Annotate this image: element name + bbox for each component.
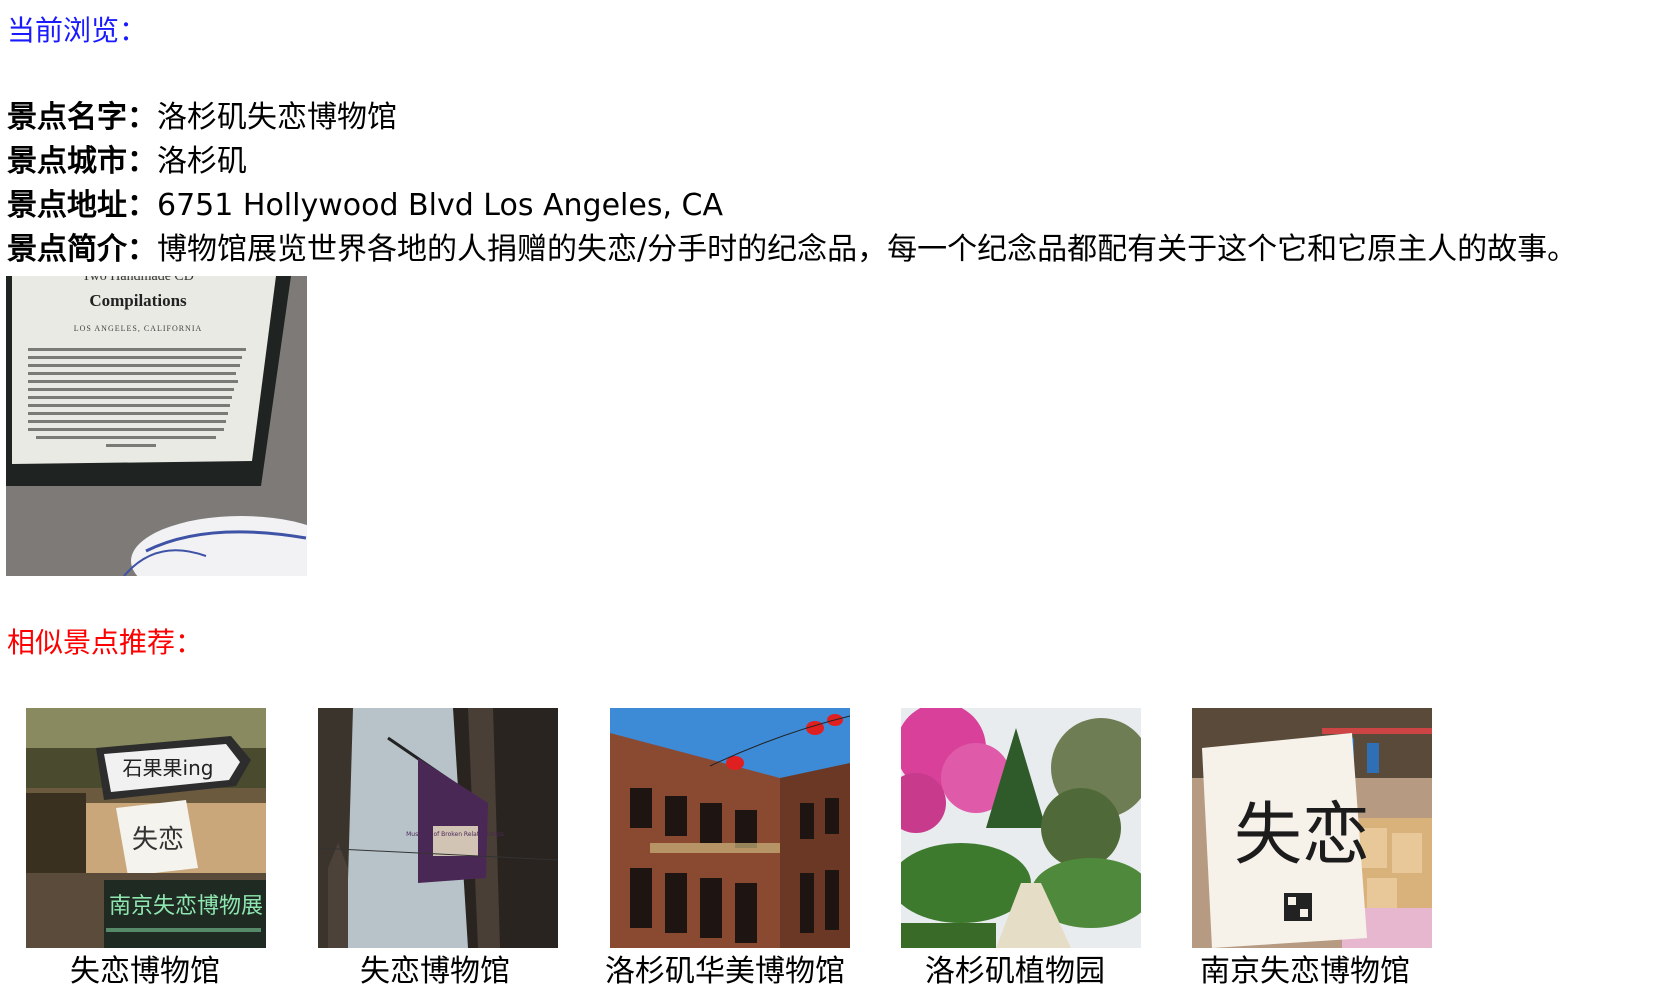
recommendation-name[interactable]: 失恋博物馆 — [0, 950, 290, 994]
thumb-card-text: 失恋 — [132, 825, 184, 855]
attraction-city-row: 景点城市：洛杉矶 — [7, 140, 1577, 184]
attraction-name-row: 景点名字：洛杉矶失恋博物馆 — [7, 96, 1577, 140]
attraction-address-row: 景点地址：6751 Hollywood Blvd Los Angeles, CA — [7, 184, 1577, 228]
recommendation-thumbnail[interactable] — [610, 708, 850, 948]
photo-card-heading: Two Handmade CD — [82, 276, 194, 284]
thumb-flag-text: Museum of Broken Relationships — [406, 831, 504, 838]
attraction-city-value: 洛杉矶 — [157, 144, 247, 179]
current-browsing-label: 当前浏览： — [7, 14, 148, 47]
recommendation-item[interactable]: 石果果ing 失恋 南京失恋博物展 失恋博物馆 — [0, 708, 290, 996]
recommendation-thumbnail[interactable]: 石果果ing 失恋 南京失恋博物展 — [26, 708, 266, 948]
photo-card-subtitle: LOS ANGELES, CALIFORNIA — [74, 324, 203, 333]
recommendation-item[interactable]: Museum of Broken Relationships 失恋博物馆 — [290, 708, 580, 996]
recommendation-item[interactable]: 洛杉矶植物园 — [870, 708, 1160, 996]
attraction-intro-value: 博物馆展览世界各地的人捐赠的失恋/分手时的纪念品，每一个纪念品都配有关于这个它和… — [157, 232, 1578, 267]
thumb-sign-text: 石果果ing — [123, 756, 214, 780]
recommendation-name[interactable]: 洛杉矶华美博物馆 — [580, 950, 870, 994]
recommendation-item[interactable]: 洛杉矶华美博物馆 — [580, 708, 870, 996]
attraction-info: 景点名字：洛杉矶失恋博物馆 景点城市：洛杉矶 景点地址：6751 Hollywo… — [7, 96, 1577, 272]
photo-card-title: Compilations — [89, 291, 187, 310]
recommendations-label: 相似景点推荐： — [7, 626, 204, 659]
attraction-address-value: 6751 Hollywood Blvd Los Angeles, CA — [157, 188, 724, 223]
attraction-address-key: 景点地址： — [7, 188, 157, 223]
recommendation-name[interactable]: 洛杉矶植物园 — [870, 950, 1160, 994]
recommendation-thumbnail[interactable]: Museum of Broken Relationships — [318, 708, 558, 948]
recommendation-item[interactable]: 失恋 南京失恋博物馆 — [1160, 708, 1450, 996]
recommendations-list: 石果果ing 失恋 南京失恋博物展 失恋博物馆 Museum of Broken… — [0, 708, 1674, 996]
attraction-city-key: 景点城市： — [7, 144, 157, 179]
attraction-name-value: 洛杉矶失恋博物馆 — [157, 100, 397, 135]
recommendation-name[interactable]: 南京失恋博物馆 — [1160, 950, 1450, 994]
recommendation-thumbnail[interactable] — [901, 708, 1141, 948]
thumb-poster-text: 失恋 — [1234, 796, 1370, 875]
attraction-photo: Two Handmade CD Compilations LOS ANGELES… — [6, 276, 307, 576]
attraction-intro-row: 景点简介：博物馆展览世界各地的人捐赠的失恋/分手时的纪念品，每一个纪念品都配有关… — [7, 228, 1577, 272]
recommendation-thumbnail[interactable]: 失恋 — [1192, 708, 1432, 948]
recommendation-name[interactable]: 失恋博物馆 — [290, 950, 580, 994]
thumb-board-text: 南京失恋博物展 — [109, 894, 263, 919]
attraction-name-key: 景点名字： — [7, 100, 157, 135]
attraction-detail-page: 当前浏览： 景点名字：洛杉矶失恋博物馆 景点城市：洛杉矶 景点地址：6751 H… — [0, 0, 1674, 996]
attraction-intro-key: 景点简介： — [7, 232, 157, 267]
